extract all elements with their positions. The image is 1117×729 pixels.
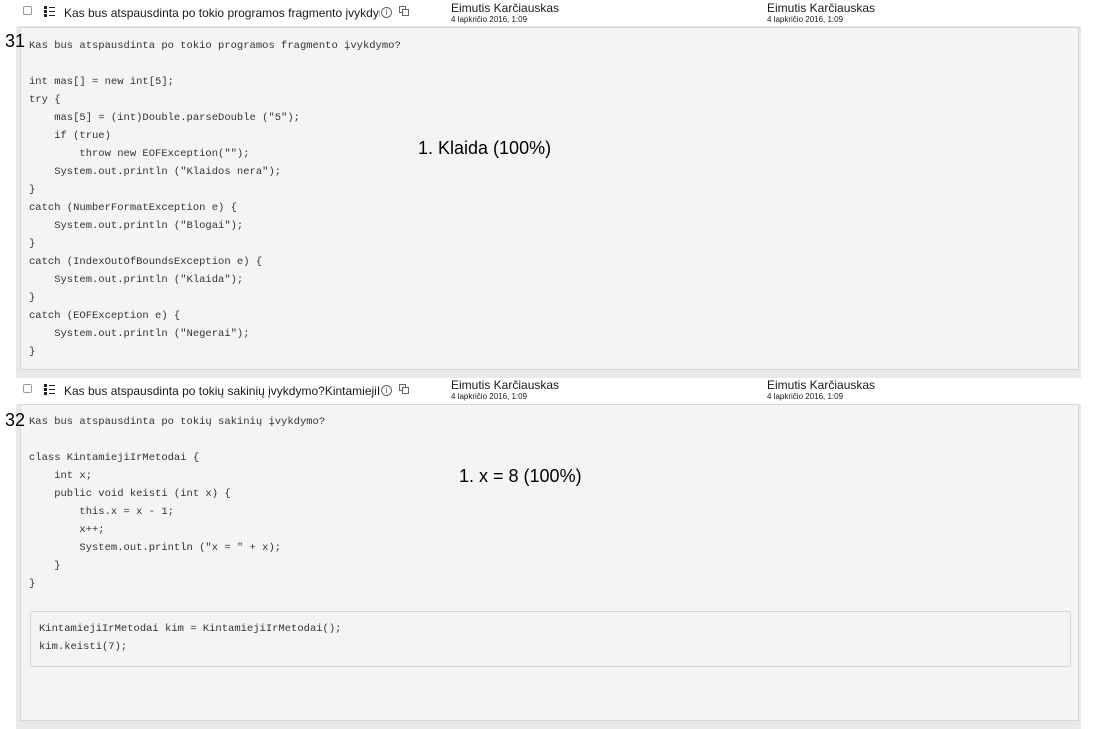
question-name: Kas bus atspausdinta po tokių sakinių įv…: [64, 384, 380, 398]
answer-text: 1. Klaida (100%): [418, 138, 552, 158]
info-icon[interactable]: i: [381, 385, 392, 396]
modified-date: 4 lapkričio 2016, 1:09: [767, 15, 844, 24]
select-checkbox[interactable]: [23, 6, 32, 15]
duplicate-icon[interactable]: [399, 384, 410, 395]
created-date: 4 lapkričio 2016, 1:09: [451, 392, 528, 401]
code-block: KintamiejiIrMetodai kim = KintamiejiIrMe…: [30, 611, 1071, 667]
question-type-icon: [44, 5, 55, 18]
modified-by: Eimutis Karčiauskas: [767, 378, 876, 392]
created-date: 4 lapkričio 2016, 1:09: [451, 15, 528, 24]
question-number: 32: [5, 410, 26, 430]
duplicate-icon[interactable]: [399, 6, 410, 17]
question-type-icon: [44, 383, 55, 396]
question-number: 31: [5, 31, 26, 51]
created-by: Eimutis Karčiauskas: [451, 378, 560, 392]
select-checkbox[interactable]: [23, 384, 32, 393]
info-icon[interactable]: i: [381, 7, 392, 18]
modified-by: Eimutis Karčiauskas: [767, 1, 876, 15]
question-row-header: Kas bus atspausdinta po tokių sakinių įv…: [16, 378, 1081, 404]
question-row-header: Kas bus atspausdinta po tokio programos …: [16, 0, 1081, 26]
created-by: Eimutis Karčiauskas: [451, 1, 560, 15]
code-block-text: KintamiejiIrMetodai kim = KintamiejiIrMe…: [39, 623, 342, 653]
question-name: Kas bus atspausdinta po tokio programos …: [64, 6, 380, 20]
question-text: Kas bus atspausdinta po tokių sakinių įv…: [29, 416, 326, 590]
question-text: Kas bus atspausdinta po tokio programos …: [29, 40, 401, 358]
answer-text: 1. x = 8 (100%): [459, 466, 582, 486]
modified-date: 4 lapkričio 2016, 1:09: [767, 392, 844, 401]
